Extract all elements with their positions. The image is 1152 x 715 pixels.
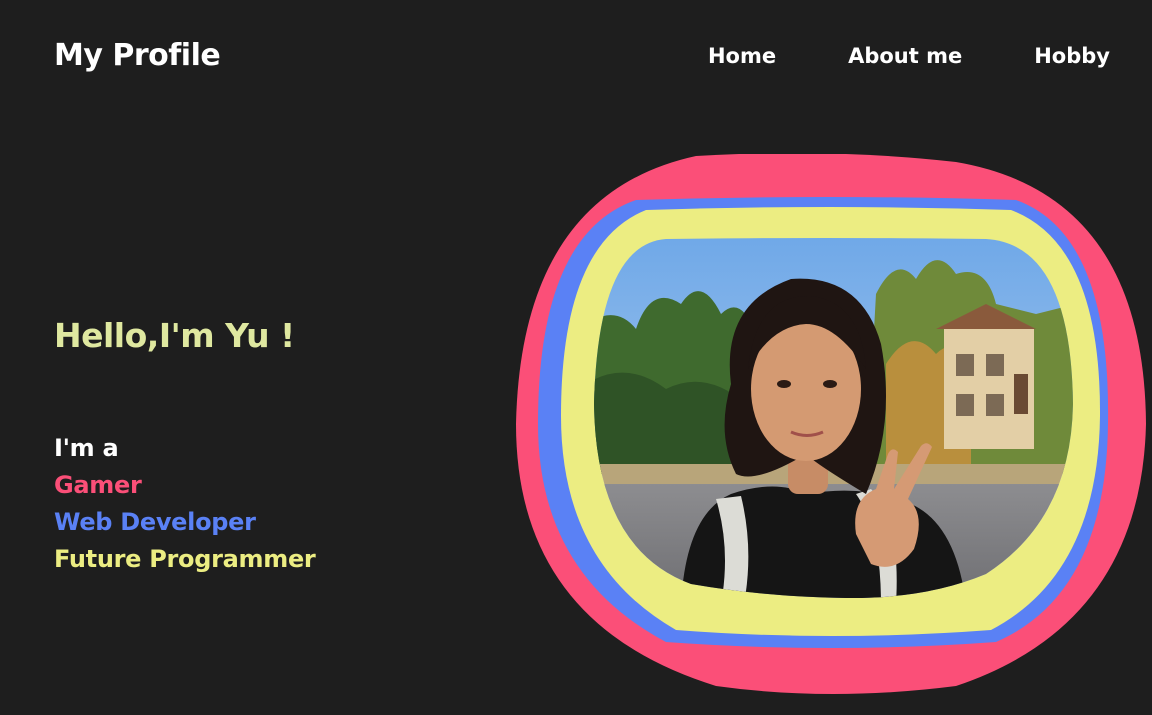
greeting-heading: Hello,I'm Yu ! [54,316,295,355]
profile-page: My Profile Home About me Hobby Hello,I'm… [0,0,1152,715]
roles-list: I'm a Gamer Web Developer Future Program… [54,430,316,578]
nav-hobby-link[interactable]: Hobby [1034,44,1110,68]
site-title: My Profile [54,38,221,73]
profile-photo [516,154,1146,694]
main-nav: Home About me Hobby [708,44,1110,68]
role-gamer: Gamer [54,471,142,499]
nav-about-link[interactable]: About me [848,44,962,68]
role-future-programmer: Future Programmer [54,545,316,573]
roles-intro: I'm a [54,434,119,462]
role-web-developer: Web Developer [54,508,256,536]
profile-photo-frame [516,154,1146,694]
nav-home-link[interactable]: Home [708,44,776,68]
